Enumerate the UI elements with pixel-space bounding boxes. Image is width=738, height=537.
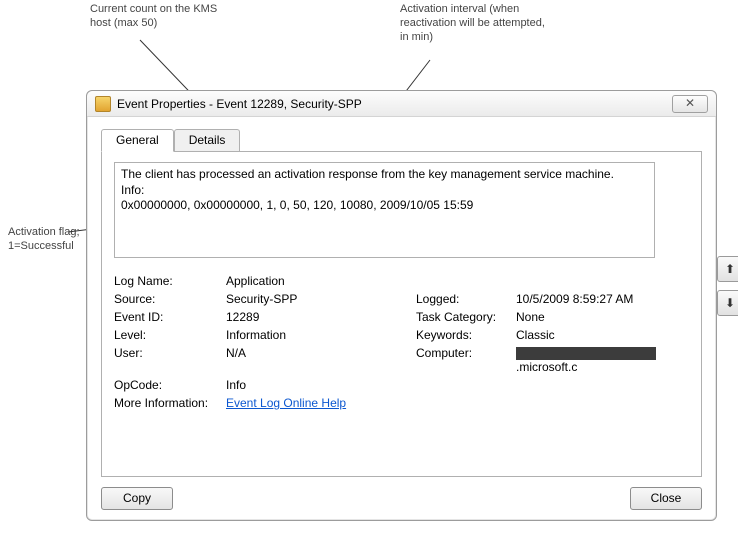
event-details-grid: Log Name: Application Source: Security-S… — [114, 272, 689, 412]
tab-general[interactable]: General — [101, 129, 174, 152]
event-description-box[interactable]: The client has processed an activation r… — [114, 162, 655, 258]
nav-up-button[interactable]: ⬆ — [717, 256, 738, 282]
link-event-log-online-help[interactable]: Event Log Online Help — [226, 396, 346, 410]
event-properties-dialog: Event Properties - Event 12289, Security… — [86, 90, 717, 521]
label-log-name: Log Name: — [114, 274, 226, 288]
label-more-info: More Information: — [114, 396, 226, 410]
value-keywords: Classic — [516, 328, 676, 342]
label-opcode: OpCode: — [114, 378, 226, 392]
computer-redacted-block — [516, 347, 656, 360]
copy-button[interactable]: Copy — [101, 487, 173, 510]
label-keywords: Keywords: — [416, 328, 516, 342]
desc-line-3: 0x00000000, 0x00000000, 1, 0, 50, 120, 1… — [121, 198, 648, 214]
callout-activation-interval: Activation interval (when reactivation w… — [400, 3, 550, 44]
label-task-category: Task Category: — [416, 310, 516, 324]
label-event-id: Event ID: — [114, 310, 226, 324]
value-event-id: 12289 — [226, 310, 416, 324]
value-opcode: Info — [226, 378, 416, 392]
titlebar[interactable]: Event Properties - Event 12289, Security… — [87, 91, 716, 117]
value-task-category: None — [516, 310, 676, 324]
window-icon — [95, 96, 111, 112]
computer-suffix: .microsoft.c — [516, 360, 577, 374]
value-log-name: Application — [226, 274, 416, 288]
callout-activation-flag: Activation flag; 1=Successful — [8, 226, 88, 254]
tab-panel-general: The client has processed an activation r… — [101, 151, 702, 477]
label-logged: Logged: — [416, 292, 516, 306]
label-source: Source: — [114, 292, 226, 306]
desc-line-1: The client has processed an activation r… — [121, 167, 648, 183]
nav-down-button[interactable]: ⬇ — [717, 290, 738, 316]
label-level: Level: — [114, 328, 226, 342]
value-level: Information — [226, 328, 416, 342]
tab-details[interactable]: Details — [174, 129, 241, 152]
label-computer: Computer: — [416, 346, 516, 374]
window-title: Event Properties - Event 12289, Security… — [117, 97, 672, 111]
value-user: N/A — [226, 346, 416, 374]
value-logged: 10/5/2009 8:59:27 AM — [516, 292, 676, 306]
window-close-button[interactable]: ✕ — [672, 95, 708, 113]
value-source: Security-SPP — [226, 292, 416, 306]
close-button[interactable]: Close — [630, 487, 702, 510]
label-user: User: — [114, 346, 226, 374]
value-computer: .microsoft.c — [516, 346, 676, 374]
callout-kms-count: Current count on the KMS host (max 50) — [90, 3, 220, 31]
dialog-footer: Copy Close — [101, 477, 702, 510]
tab-bar: General Details — [101, 129, 702, 152]
desc-line-2: Info: — [121, 183, 648, 199]
